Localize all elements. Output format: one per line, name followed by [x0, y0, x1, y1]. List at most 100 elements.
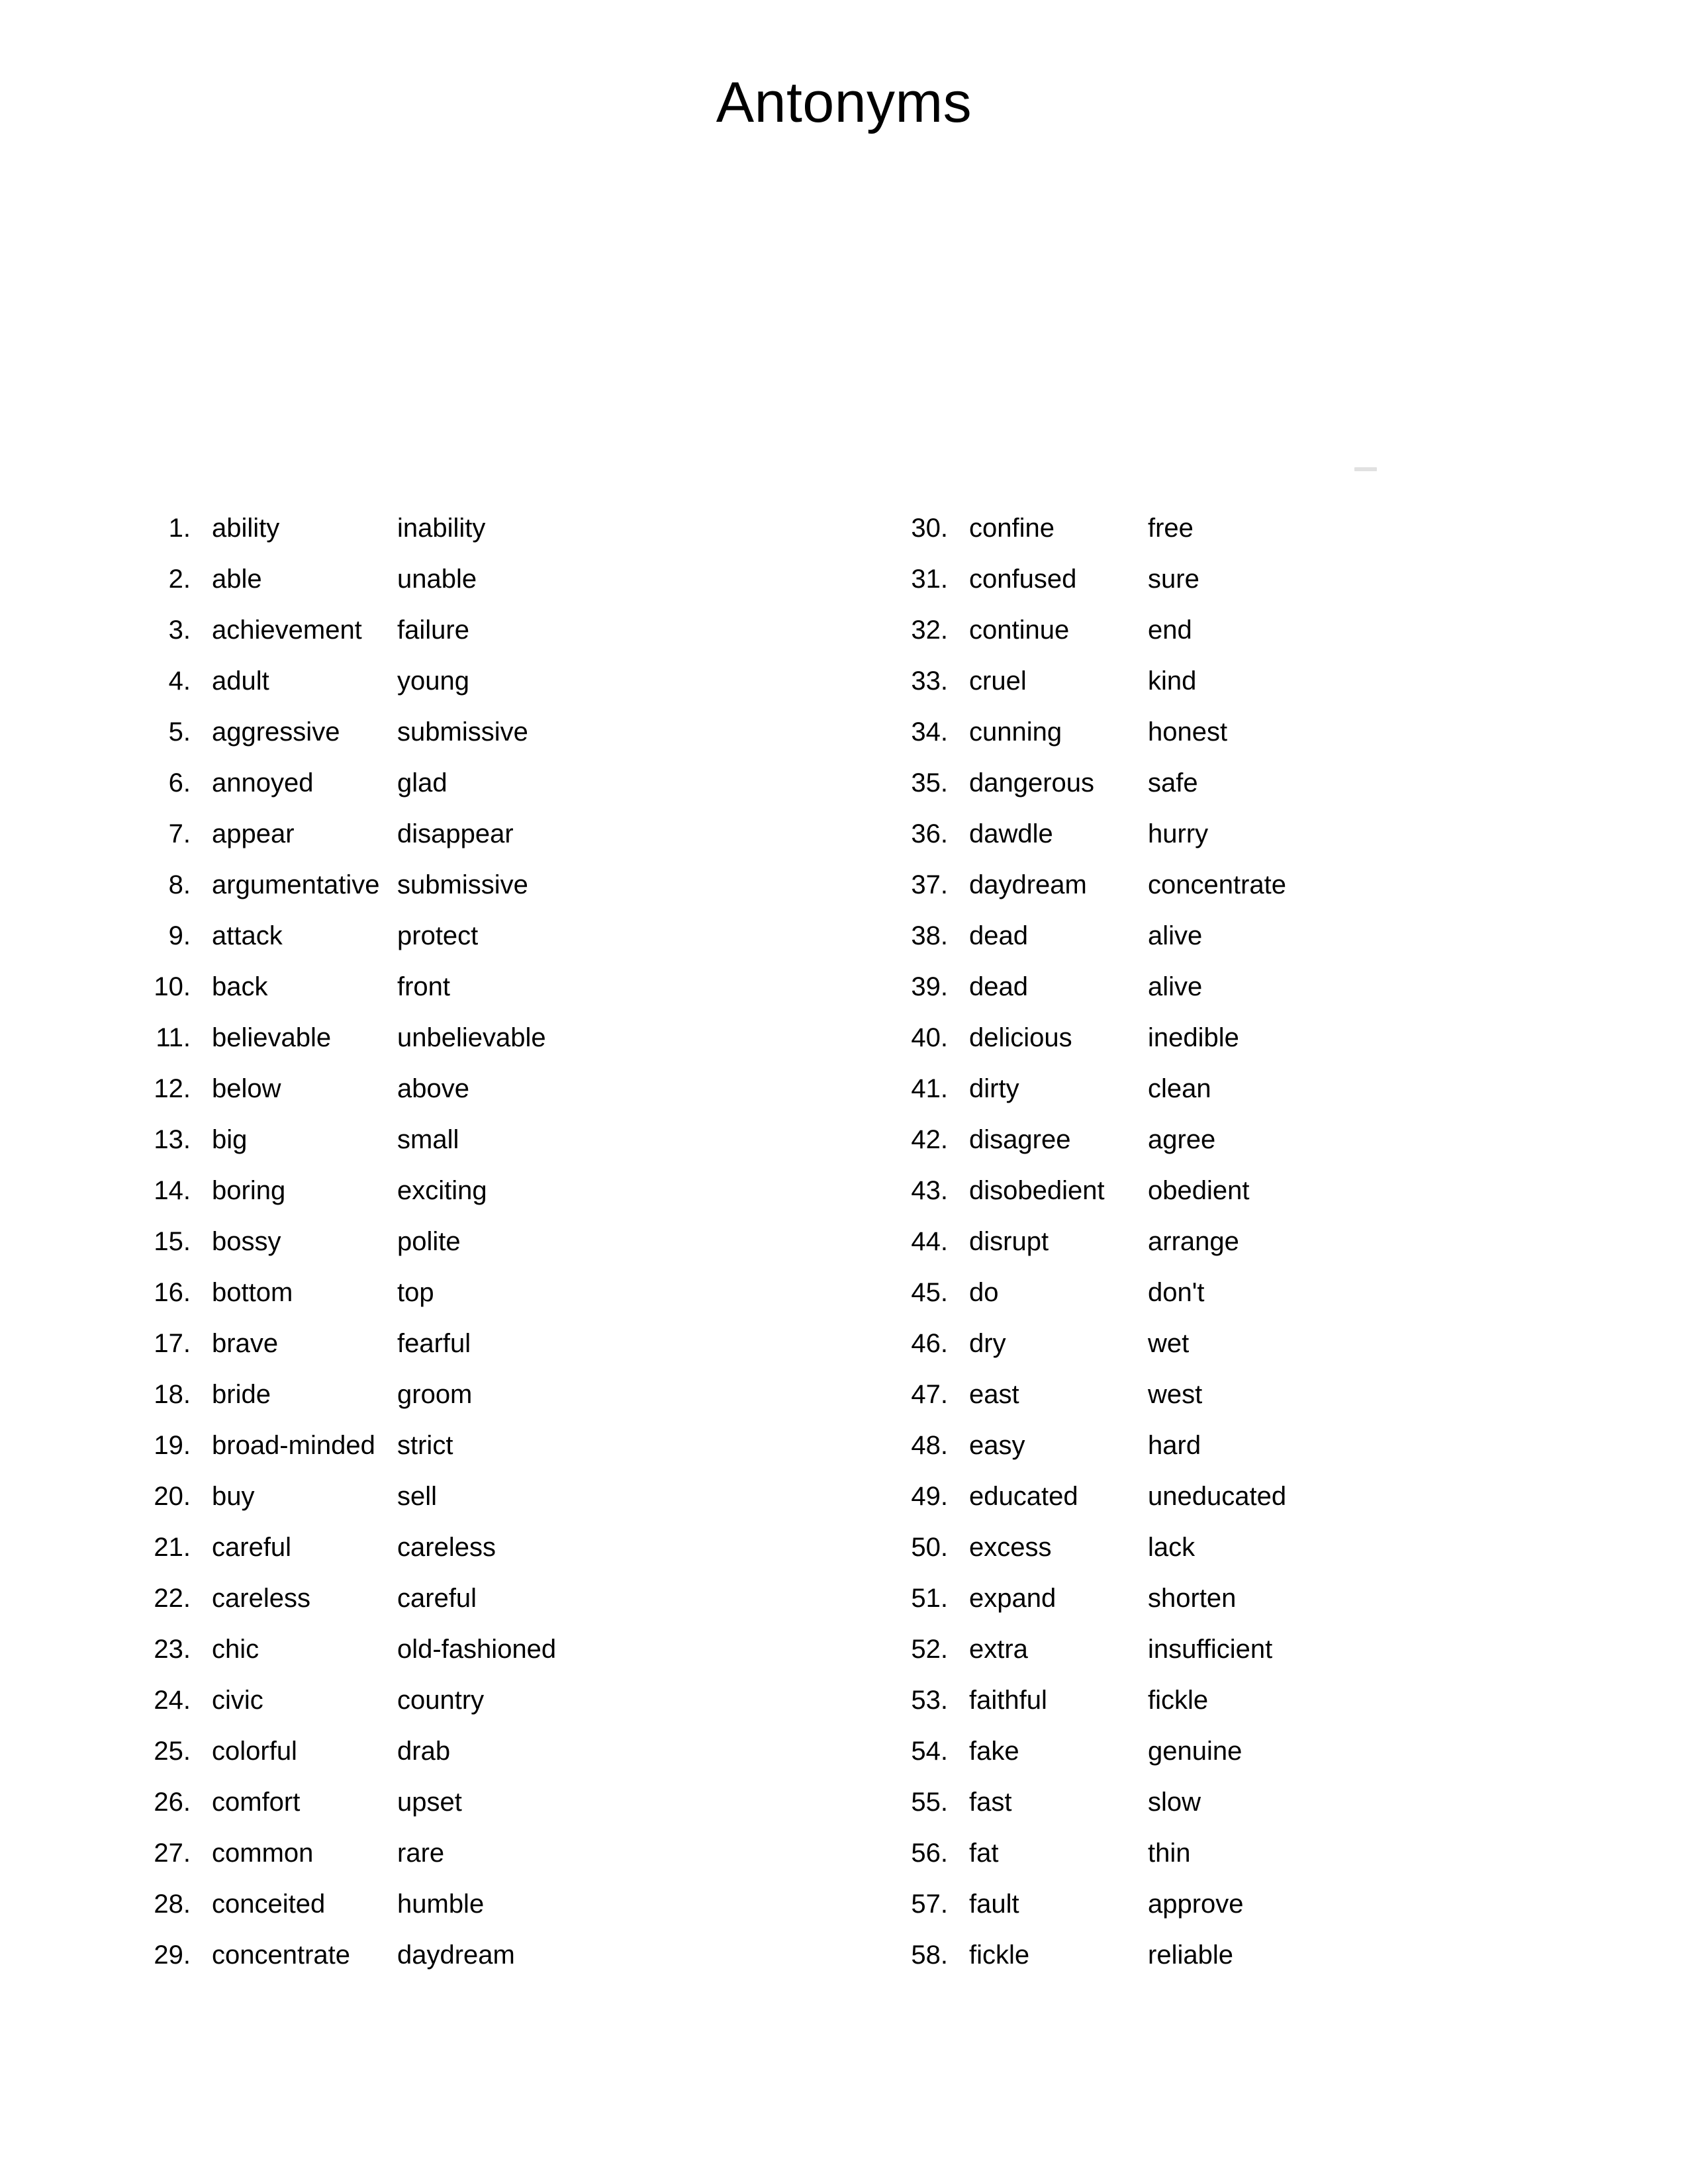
entry-antonym: sell	[397, 1482, 438, 1511]
entry-antonym: rare	[397, 1839, 445, 1868]
entry-number: 30.	[911, 514, 948, 543]
antonym-entry: 12. below above	[113, 1064, 556, 1115]
entry-number: 57.	[911, 1889, 948, 1919]
entry-number: 22.	[154, 1584, 191, 1613]
entry-word: confine	[969, 514, 1055, 543]
antonym-entry: 41. dirty clean	[887, 1064, 1286, 1115]
entry-number: 36.	[911, 819, 948, 848]
antonym-entry: 48. easy hard	[887, 1420, 1286, 1471]
entry-antonym: strict	[397, 1431, 453, 1460]
antonym-entry: 35. dangerous safe	[887, 758, 1286, 809]
entry-antonym: old-fashioned	[397, 1635, 557, 1664]
document-page: Antonyms 1. ability inability 2. able unable 3…	[0, 0, 1688, 2184]
entry-antonym: submissive	[397, 717, 528, 747]
entry-antonym: inedible	[1148, 1023, 1239, 1052]
entry-word: argumentative	[212, 870, 380, 899]
entry-word: fat	[969, 1839, 999, 1868]
entry-number: 3.	[168, 615, 191, 645]
antonym-entry: 42. disagree agree	[887, 1115, 1286, 1165]
entry-number: 48.	[911, 1431, 948, 1460]
entry-antonym: clean	[1148, 1074, 1211, 1103]
entry-antonym: fearful	[397, 1329, 471, 1358]
entry-number: 13.	[154, 1125, 191, 1154]
entry-antonym: thin	[1148, 1839, 1191, 1868]
entry-antonym: sure	[1148, 565, 1199, 594]
entry-word: bossy	[212, 1227, 281, 1256]
entry-number: 5.	[168, 717, 191, 747]
entry-number: 14.	[154, 1176, 191, 1205]
antonym-entry: 22. careless careful	[113, 1573, 556, 1624]
entry-word: civic	[212, 1686, 263, 1715]
scan-artifact-mark	[1354, 467, 1377, 471]
entry-word: expand	[969, 1584, 1056, 1613]
entry-antonym: above	[397, 1074, 469, 1103]
entry-number: 37.	[911, 870, 948, 899]
entry-number: 50.	[911, 1533, 948, 1562]
entry-antonym: agree	[1148, 1125, 1216, 1154]
entry-antonym: obedient	[1148, 1176, 1250, 1205]
entry-number: 26.	[154, 1788, 191, 1817]
entry-word: disrupt	[969, 1227, 1049, 1256]
entry-antonym: kind	[1148, 666, 1197, 696]
entry-word: dawdle	[969, 819, 1053, 848]
entry-word: able	[212, 565, 262, 594]
antonym-entry: 15. bossy polite	[113, 1216, 556, 1267]
entry-number: 52.	[911, 1635, 948, 1664]
antonym-entry: 5. aggressive submissive	[113, 707, 556, 758]
entry-number: 28.	[154, 1889, 191, 1919]
entry-word: annoyed	[212, 768, 314, 797]
entry-word: careful	[212, 1533, 292, 1562]
entry-number: 45.	[911, 1278, 948, 1307]
antonym-entry: 24. civic country	[113, 1675, 556, 1726]
entry-antonym: daydream	[397, 1940, 515, 1970]
entry-word: adult	[212, 666, 269, 696]
entry-word: faithful	[969, 1686, 1047, 1715]
entry-word: common	[212, 1839, 314, 1868]
entry-antonym: reliable	[1148, 1940, 1233, 1970]
entry-antonym: approve	[1148, 1889, 1244, 1919]
entry-number: 35.	[911, 768, 948, 797]
entry-antonym: slow	[1148, 1788, 1201, 1817]
entry-word: disagree	[969, 1125, 1071, 1154]
entry-antonym: submissive	[397, 870, 528, 899]
entry-word: daydream	[969, 870, 1087, 899]
entry-number: 8.	[168, 870, 191, 899]
entry-number: 20.	[154, 1482, 191, 1511]
antonym-entry: 32. continue end	[887, 605, 1286, 656]
entry-word: educated	[969, 1482, 1078, 1511]
entry-antonym: careless	[397, 1533, 496, 1562]
entry-antonym: concentrate	[1148, 870, 1287, 899]
entry-antonym: country	[397, 1686, 485, 1715]
entry-number: 44.	[911, 1227, 948, 1256]
entry-word: cruel	[969, 666, 1027, 696]
entry-word: careless	[212, 1584, 310, 1613]
entry-word: achievement	[212, 615, 362, 645]
entry-antonym: upset	[397, 1788, 462, 1817]
page-title: Antonyms	[716, 70, 972, 134]
entry-number: 27.	[154, 1839, 191, 1868]
entry-antonym: free	[1148, 514, 1194, 543]
entry-word: east	[969, 1380, 1019, 1409]
entry-antonym: west	[1148, 1380, 1203, 1409]
entry-number: 49.	[911, 1482, 948, 1511]
entry-number: 29.	[154, 1940, 191, 1970]
antonym-column-right: 30. confine free 31. confused sure 32. continue…	[887, 503, 1286, 1981]
antonym-entry: 31. confused sure	[887, 554, 1286, 605]
entry-antonym: protect	[397, 921, 479, 950]
entry-word: extra	[969, 1635, 1028, 1664]
entry-word: dangerous	[969, 768, 1095, 797]
entry-antonym: insufficient	[1148, 1635, 1273, 1664]
entry-word: big	[212, 1125, 248, 1154]
entry-number: 39.	[911, 972, 948, 1001]
entry-number: 24.	[154, 1686, 191, 1715]
antonym-column-left: 1. ability inability 2. able unable 3. achievem…	[113, 503, 556, 1981]
antonym-entry: 21. careful careless	[113, 1522, 556, 1573]
entry-antonym: front	[397, 972, 451, 1001]
antonym-entry: 25. colorful drab	[113, 1726, 556, 1777]
antonym-entry: 53. faithful fickle	[887, 1675, 1286, 1726]
entry-number: 2.	[168, 565, 191, 594]
entry-antonym: lack	[1148, 1533, 1196, 1562]
entry-word: aggressive	[212, 717, 340, 747]
antonym-entry: 44. disrupt arrange	[887, 1216, 1286, 1267]
entry-antonym: hurry	[1148, 819, 1209, 848]
